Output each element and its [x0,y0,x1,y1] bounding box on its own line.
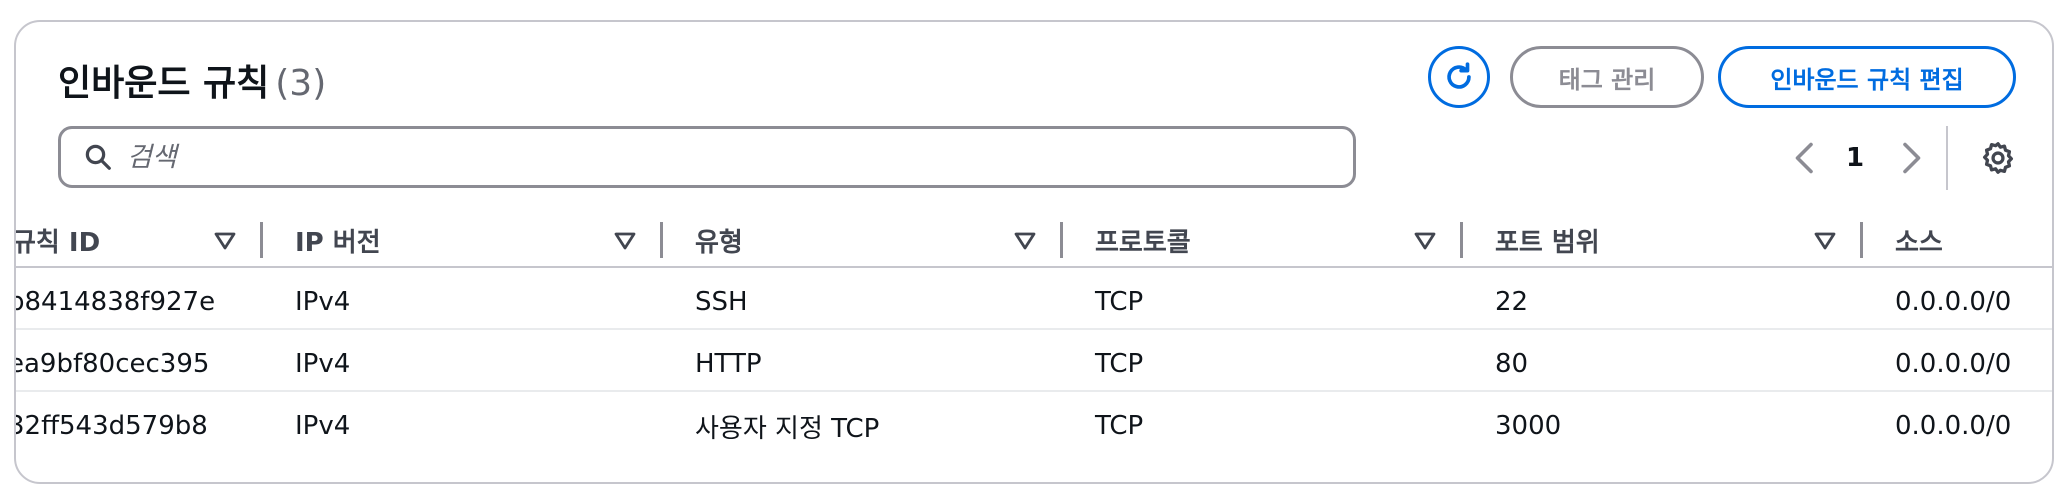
table-cell-source: 0.0.0.0/0 [1895,287,2012,317]
column-header-source[interactable]: 소스 [1895,220,1943,260]
column-header-rule-id[interactable]: 규칙 ID [16,220,100,260]
next-page-button[interactable] [1896,134,1926,182]
gear-icon [1983,142,2013,174]
sort-down-icon [614,232,636,250]
table-cell-type: HTTP [695,349,762,379]
table-cell-type: SSH [695,287,748,317]
title-text: 인바운드 규칙 [58,63,270,104]
sort-rule-id-button[interactable] [212,228,238,254]
header-divider [16,266,2052,268]
column-header-protocol[interactable]: 프로토콜 [1095,220,1191,260]
table-cell-ip-version: IPv4 [295,411,351,441]
search-field[interactable] [58,126,1356,188]
table-cell-ip-version: IPv4 [295,287,351,317]
table-cell-type: 사용자 지정 TCP [695,413,880,444]
column-resizer[interactable] [1860,222,1863,258]
column-header-port-range[interactable]: 포트 범위 [1495,220,1600,260]
inbound-rules-panel: 인바운드 규칙(3) 태그 관리 인바운드 규칙 편집 1 규칙 ID [14,20,2054,484]
row-divider [16,390,2052,392]
sort-down-icon [1414,232,1436,250]
chevron-right-icon [1903,142,1921,174]
sort-protocol-button[interactable] [1412,228,1438,254]
column-header-type[interactable]: 유형 [695,220,743,260]
sort-type-button[interactable] [1012,228,1038,254]
search-icon [85,144,111,170]
manage-tags-button[interactable]: 태그 관리 [1510,46,1704,108]
sort-ip-version-button[interactable] [612,228,638,254]
pager-divider [1946,126,1948,190]
sort-down-icon [214,232,236,250]
sort-down-icon [1814,232,1836,250]
table-cell-port-range: 22 [1495,287,1529,317]
table-cell-protocol: TCP [1095,411,1144,441]
table-cell-rule-id: ea9bf80cec395 [14,349,210,379]
table-cell-protocol: TCP [1095,287,1144,317]
column-resizer[interactable] [260,222,263,258]
column-resizer[interactable] [1060,222,1063,258]
search-input[interactable] [127,141,1227,173]
chevron-left-icon [1795,142,1813,174]
refresh-icon [1447,62,1471,89]
table-cell-source: 0.0.0.0/0 [1895,349,2012,379]
column-header-ip-version[interactable]: IP 버전 [295,220,381,260]
table-cell-rule-id: 32ff543d579b8 [14,411,208,441]
table-cell-ip-version: IPv4 [295,349,351,379]
table-settings-button[interactable] [1976,136,2020,180]
table-cell-source: 0.0.0.0/0 [1895,411,2012,441]
current-page-number[interactable]: 1 [1846,134,1864,182]
table-cell-port-range: 3000 [1495,411,1562,441]
table-cell-port-range: 80 [1495,349,1529,379]
previous-page-button[interactable] [1790,134,1820,182]
row-divider [16,328,2052,330]
sort-port-range-button[interactable] [1812,228,1838,254]
sort-down-icon [1014,232,1036,250]
table-cell-protocol: TCP [1095,349,1144,379]
column-resizer[interactable] [660,222,663,258]
table-cell-rule-id: b8414838f927e [14,287,216,317]
page-title: 인바운드 규칙 (3) [58,54,326,106]
refresh-button[interactable] [1428,46,1490,108]
rule-count: (3) [275,63,327,104]
edit-inbound-rules-button[interactable]: 인바운드 규칙 편집 [1718,46,2016,108]
column-resizer[interactable] [1460,222,1463,258]
